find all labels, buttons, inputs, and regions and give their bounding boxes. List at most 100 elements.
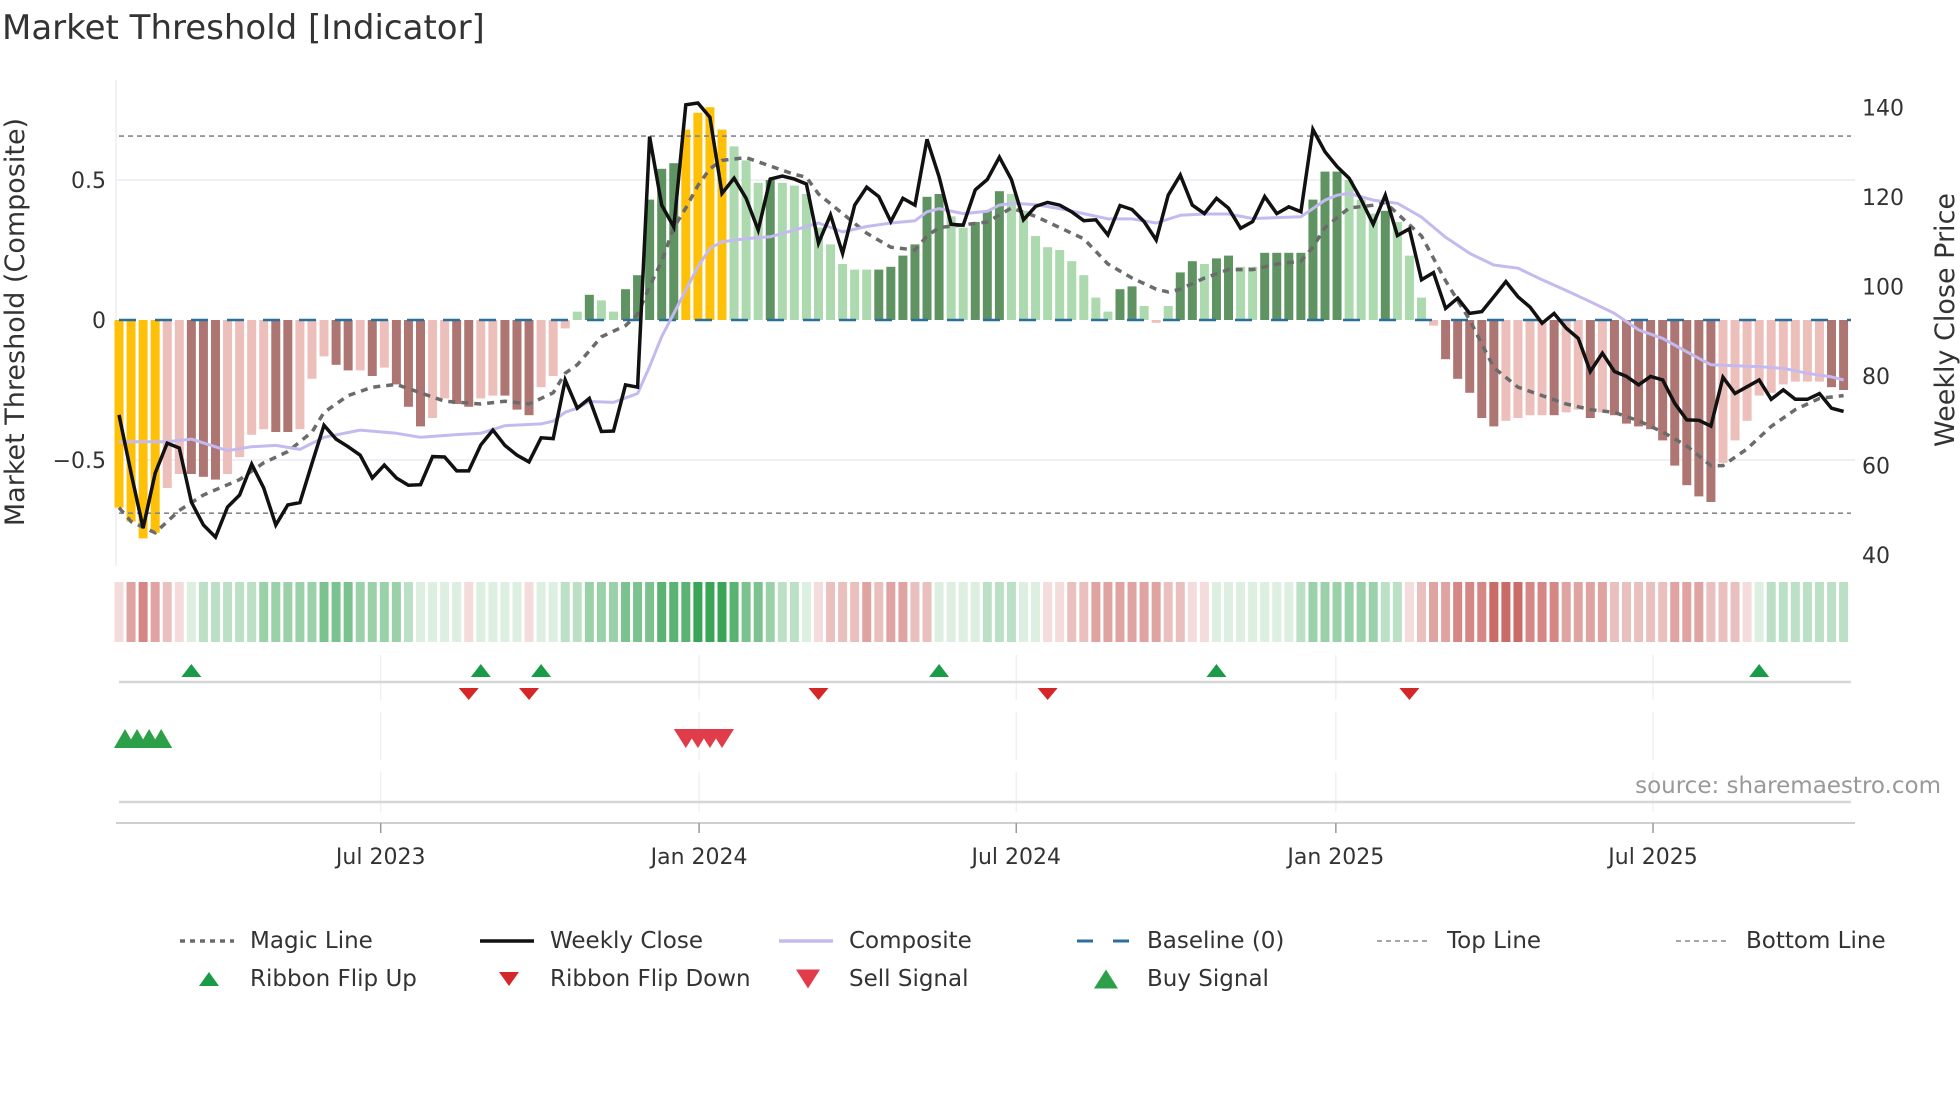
ribbon-cell xyxy=(1609,582,1619,642)
composite-bar xyxy=(1187,261,1197,320)
ribbon-cell xyxy=(1067,582,1077,642)
ribbon-cell xyxy=(717,582,727,642)
composite-bar xyxy=(1622,320,1631,424)
ribbon-cell xyxy=(621,582,631,642)
composite-bar xyxy=(1404,255,1414,320)
ribbon-cell xyxy=(1368,582,1378,642)
composite-bar xyxy=(367,320,377,376)
ribbon-cell xyxy=(1332,582,1342,642)
composite-bar xyxy=(1513,320,1523,418)
composite-bar xyxy=(693,112,703,320)
composite-bar xyxy=(826,244,836,320)
legend-dashed-blue-line-icon xyxy=(1077,939,1131,943)
composite-bar xyxy=(862,269,872,320)
ribbon-cell xyxy=(1127,582,1137,642)
ribbon-cell xyxy=(186,582,196,642)
composite-bar xyxy=(874,269,884,320)
composite-bar xyxy=(572,311,582,320)
ribbon-cell xyxy=(1103,582,1113,642)
ribbon-cell xyxy=(910,582,920,642)
ribbon-cell xyxy=(174,582,184,642)
y-tick-label: 0.5 xyxy=(71,169,106,194)
ribbon-cell xyxy=(1272,582,1282,642)
ribbon-cell xyxy=(1802,582,1812,642)
ribbon-cell xyxy=(970,582,980,642)
ribbon-cell xyxy=(367,582,377,642)
ribbon-cell xyxy=(126,582,136,642)
ribbon-cell xyxy=(874,582,884,642)
ribbon-cell xyxy=(1429,582,1439,642)
ribbon-cell xyxy=(681,582,691,642)
ribbon-cell xyxy=(994,582,1004,642)
ribbon-cell xyxy=(1175,582,1185,642)
composite-bar xyxy=(235,320,245,458)
ribbon-cell xyxy=(1019,582,1028,642)
y-tick-label: 0 xyxy=(92,309,106,334)
ribbon-cell xyxy=(657,582,667,642)
composite-bar xyxy=(934,194,944,320)
composite-bar xyxy=(1055,250,1065,320)
composite-bar xyxy=(488,320,498,396)
ribbon-cell xyxy=(1766,582,1776,642)
ribbon-cell xyxy=(1790,582,1800,642)
ribbon-cell xyxy=(1694,582,1704,642)
ribbon-cell xyxy=(416,582,425,642)
composite-bar xyxy=(1224,255,1234,320)
ribbon-cell xyxy=(1549,582,1559,642)
legend-triangle-up-icon xyxy=(1094,969,1118,989)
x-tick-label: Jul 2024 xyxy=(969,845,1061,870)
composite-bar xyxy=(1634,320,1644,427)
ribbon-cell xyxy=(198,582,208,642)
legend-dashed-gray-line-icon xyxy=(1676,940,1730,942)
ribbon-cell xyxy=(898,582,908,642)
composite-bar xyxy=(1344,180,1354,320)
composite-bar xyxy=(1501,320,1511,421)
ribbon-cell xyxy=(1670,582,1680,642)
ribbon-cell xyxy=(633,582,643,642)
composite-bar xyxy=(1151,320,1161,323)
source-credit: source: sharemaestro.com xyxy=(1635,773,1941,799)
ribbon-cell xyxy=(1416,582,1426,642)
ribbon-cell xyxy=(138,582,148,642)
ribbon-cell xyxy=(572,582,582,642)
composite-bar xyxy=(801,194,811,320)
ribbon-flip-up-marker xyxy=(1206,664,1227,677)
legend-label: Sell Signal xyxy=(849,966,969,992)
ribbon-cell xyxy=(958,582,968,642)
y2-tick-label: 100 xyxy=(1862,276,1904,301)
composite-bar xyxy=(1067,261,1077,320)
ribbon-cell xyxy=(645,582,655,642)
ribbon-cell xyxy=(1573,582,1583,642)
ribbon-cell xyxy=(1296,582,1306,642)
composite-bar xyxy=(1308,199,1318,320)
ribbon-cell xyxy=(1163,582,1173,642)
composite-bar xyxy=(982,210,992,320)
composite-bar xyxy=(584,294,594,320)
ribbon-cell xyxy=(1646,582,1656,642)
composite-bar xyxy=(307,320,317,379)
legend-label: Bottom Line xyxy=(1746,928,1886,954)
composite-bar xyxy=(295,320,305,430)
ribbon-cell xyxy=(223,582,233,642)
composite-bar xyxy=(1441,320,1451,360)
composite-bar xyxy=(247,320,257,435)
ribbon-cell xyxy=(801,582,811,642)
legend-item: Ribbon Flip Up xyxy=(178,964,417,994)
ribbon-cell xyxy=(1814,582,1824,642)
ribbon-cell xyxy=(560,582,570,642)
ribbon-cell xyxy=(596,582,606,642)
ribbon-flip-up-marker xyxy=(181,664,202,677)
ribbon-cell xyxy=(403,582,413,642)
composite-bar xyxy=(1115,289,1125,320)
ribbon-cell xyxy=(1501,582,1511,642)
x-tick-label: Jan 2024 xyxy=(649,845,748,870)
grid-layer xyxy=(115,80,1855,812)
ribbon-cell xyxy=(1525,582,1535,642)
composite-bar xyxy=(1248,266,1258,320)
ribbon-cell xyxy=(1260,582,1270,642)
composite-bar xyxy=(753,182,763,320)
legend-label: Top Line xyxy=(1447,928,1542,954)
legend-triangle-down-icon xyxy=(499,972,519,986)
composite-bar xyxy=(958,227,968,320)
composite-bar xyxy=(1730,320,1740,441)
